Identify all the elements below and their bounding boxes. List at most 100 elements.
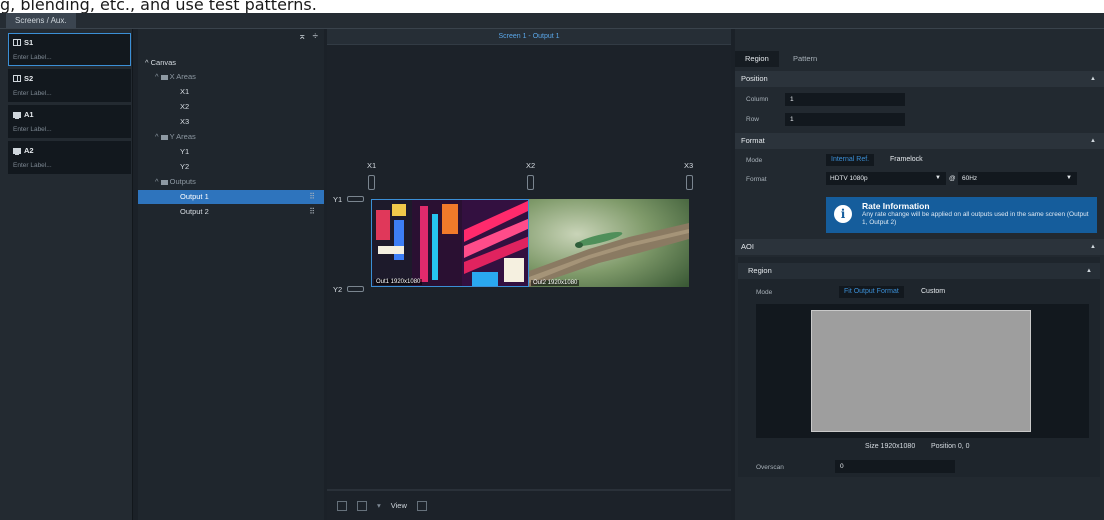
properties-tabs: Region Pattern [735,51,1104,67]
aoi-mode-label: Mode [756,289,773,296]
aoi-section[interactable]: AOI ▲ [735,239,1104,255]
chevron-up-icon: ▲ [1086,268,1092,274]
x1-handle[interactable] [368,175,375,190]
align-icon[interactable] [337,500,347,511]
city-image [372,200,528,286]
tab-region[interactable]: Region [735,51,779,67]
x2-handle[interactable] [527,175,534,190]
y1-label: Y1 [333,195,343,204]
chevron-up-icon: ▲ [1090,76,1096,82]
rate-select[interactable]: 60Hz ▼ [958,172,1077,185]
view-toggle-icon[interactable] [416,500,427,511]
screen-label-input[interactable]: Enter Label... [13,126,52,133]
screen-name: S2 [24,74,34,83]
view-label: View [390,501,407,510]
aoi-position: Position 0, 0 [931,443,970,450]
drag-handle-icon[interactable]: ⠿ [309,190,315,204]
caterpillar-image [529,199,689,287]
screen-label-input[interactable]: Enter Label... [13,90,52,97]
tree-item-canvas[interactable]: ^ Canvas [138,56,324,70]
folder-icon [160,180,168,185]
screen-split-icon [13,75,21,82]
rate-info-box: i Rate Information Any rate change will … [826,197,1097,233]
collapse-all-icon[interactable]: ⌅ [298,31,306,42]
mode-fit-output-format[interactable]: Fit Output Format [839,286,904,298]
tree-item-output-1[interactable]: Output 1 ⠿ [138,190,324,204]
monitor-icon [13,147,21,155]
x3-handle[interactable] [686,175,693,190]
column-input[interactable]: 1 [785,93,905,106]
region-subsection[interactable]: Region ▲ [738,263,1100,279]
folder-icon [160,75,168,80]
monitor-icon [13,111,21,119]
tree-item-x1[interactable]: X1 [138,85,324,99]
canvas-view: Screen 1 - Output 1 X1 X2 X3 Y1 Y2 Out1 [327,29,731,520]
screens-list: S1 Enter Label... S2 Enter Label... A1 E… [0,29,133,520]
canvas-title: Screen 1 - Output 1 [327,29,731,45]
row-label: Row [746,116,760,123]
tree-item-y2[interactable]: Y2 [138,160,324,174]
screen-split-icon [13,39,21,46]
aoi-region-rect[interactable] [811,310,1031,432]
expand-all-icon[interactable]: ÷ [313,31,319,42]
tab-screens-aux[interactable]: Screens / Aux. [6,13,76,28]
overscan-label: Overscan [756,464,784,471]
format-select[interactable]: HDTV 1080p ▼ [826,172,946,185]
row-input[interactable]: 1 [785,113,905,126]
format-label: Format [746,176,767,183]
mode-custom[interactable]: Custom [916,286,950,298]
layout-dropdown-icon[interactable] [357,500,367,511]
x2-label: X2 [526,161,536,170]
overscan-input[interactable]: 0 [835,460,955,473]
tab-bar: Screens / Aux. [0,13,1104,29]
tree-item-x3[interactable]: X3 [138,115,324,129]
x1-label: X1 [367,161,377,170]
mode-framelock[interactable]: Framelock [885,154,928,166]
format-section[interactable]: Format ▲ [735,133,1104,149]
mode-internal-ref[interactable]: Internal Ref. [826,154,875,166]
folder-icon [160,135,168,140]
tree-item-y1[interactable]: Y1 [138,145,324,159]
screen-label-input[interactable]: Enter Label... [13,162,52,169]
screen-card-s1[interactable]: S1 Enter Label... [8,33,131,66]
chevron-down-icon: ▼ [935,175,941,181]
tree-item-x-areas[interactable]: ^ X Areas [138,70,324,84]
output-2-preview[interactable]: Out2 1920x1080 [529,199,689,287]
y2-handle[interactable] [347,286,364,292]
rate-info-title: Rate Information [862,201,930,211]
tree-item-x2[interactable]: X2 [138,100,324,114]
rate-info-text: Any rate change will be applied on all o… [862,211,1089,226]
tree-item-y-areas[interactable]: ^ Y Areas [138,130,324,144]
properties-panel: Region Pattern Position ▲ Column 1 Row 1 … [735,29,1104,520]
chevron-up-icon: ▲ [1090,138,1096,144]
canvas-toolbar: ▾ View [327,489,731,520]
position-section[interactable]: Position ▲ [735,71,1104,87]
screen-card-s2[interactable]: S2 Enter Label... [8,69,131,102]
at-symbol: @ [949,175,956,182]
mode-label: Mode [746,157,763,164]
chevron-down-icon: ▼ [1066,175,1072,181]
output-1-label: Out1 1920x1080 [374,279,423,285]
screen-card-a2[interactable]: A2 Enter Label... [8,141,131,174]
column-label: Column [746,96,769,103]
tree-item-output-2[interactable]: Output 2 ⠿ [138,205,324,219]
output-2-label: Out2 1920x1080 [531,280,580,286]
screen-card-a1[interactable]: A1 Enter Label... [8,105,131,138]
x3-label: X3 [684,161,694,170]
screen-name: A1 [24,110,34,119]
screen-label-input[interactable]: Enter Label... [13,54,52,61]
screen-name: S1 [24,38,34,47]
info-icon: i [834,205,852,223]
y2-label: Y2 [333,285,343,294]
y1-handle[interactable] [347,196,364,202]
tab-pattern[interactable]: Pattern [783,51,827,67]
screen-name: A2 [24,146,34,155]
aoi-preview [756,304,1089,438]
tree-item-outputs[interactable]: ^ Outputs [138,175,324,189]
chevron-up-icon: ▲ [1090,244,1096,250]
aoi-size: Size 1920x1080 [865,443,916,450]
output-1-preview[interactable]: Out1 1920x1080 [371,199,529,287]
drag-handle-icon[interactable]: ⠿ [309,205,315,219]
chevron-down-icon[interactable]: ▾ [377,501,381,510]
aoi-region-panel: Region ▲ Mode Fit Output Format Custom Si… [738,257,1100,477]
